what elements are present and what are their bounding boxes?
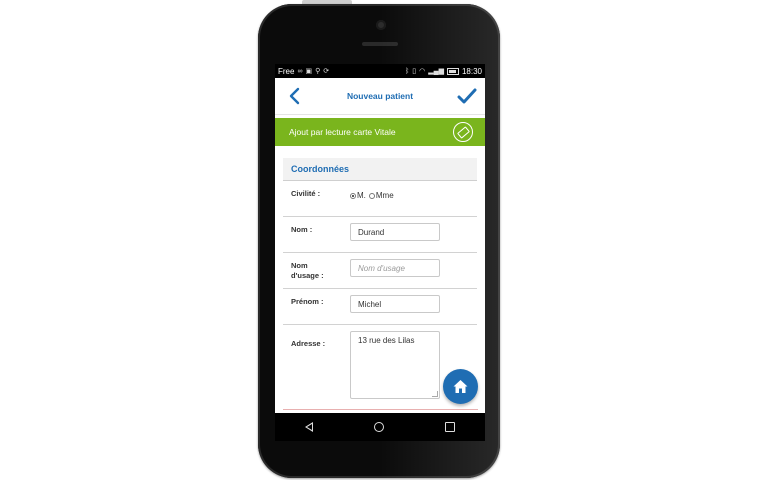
android-nav-bar	[275, 413, 485, 441]
app-bar: Nouveau patient	[275, 78, 485, 115]
usb-icon: ⚲	[315, 68, 321, 75]
section-title: Coordonnées	[283, 158, 477, 181]
image-notification-icon: ▣	[305, 68, 313, 75]
bluetooth-icon: ᛒ	[405, 67, 410, 75]
home-icon	[453, 380, 468, 393]
carrier-label: Free	[278, 66, 295, 76]
adresse-textarea[interactable]: 13 rue des Lilas	[350, 331, 440, 399]
nom-usage-label-line2: d'usage :	[291, 271, 324, 280]
radio-mme[interactable]	[368, 192, 375, 199]
nav-home-icon[interactable]	[373, 422, 384, 432]
chevron-left-icon	[289, 87, 300, 105]
civilite-row: Civilité : M. Mme	[283, 181, 477, 217]
sync-icon: ⟳	[323, 68, 330, 75]
nom-input[interactable]: Durand	[350, 223, 440, 241]
nom-usage-label-line1: Nom	[291, 261, 308, 270]
wifi-icon: ◠	[419, 68, 426, 75]
bottom-divider	[283, 409, 478, 410]
vitale-card-read-button[interactable]: Ajout par lecture carte Vitale	[275, 118, 485, 146]
vitale-bar-label: Ajout par lecture carte Vitale	[289, 127, 396, 137]
civilite-label: Civilité :	[291, 189, 321, 198]
page-title: Nouveau patient	[346, 91, 414, 101]
prenom-label: Prénom :	[291, 297, 324, 306]
nom-usage-input[interactable]: Nom d'usage	[350, 259, 440, 277]
prenom-input[interactable]: Michel	[350, 295, 440, 313]
vitale-card-icon	[453, 122, 473, 142]
adresse-label: Adresse :	[291, 339, 326, 348]
front-camera	[376, 20, 386, 30]
radio-m[interactable]	[350, 192, 356, 199]
radio-m-label[interactable]: M.	[357, 191, 366, 200]
battery-icon	[446, 67, 459, 75]
home-fab-button[interactable]	[443, 369, 478, 404]
status-bar: Free ∞ ▣ ⚲ ⟳ ᛒ ▯ ◠ ▂▄▆ 18:30	[275, 64, 485, 78]
nom-label: Nom :	[291, 225, 313, 234]
adresse-value: 13 rue des Lilas	[358, 336, 415, 345]
prenom-row: Prénom : Michel	[283, 289, 477, 325]
signal-icon: ▂▄▆	[428, 68, 444, 75]
checkmark-icon	[457, 88, 477, 104]
confirm-button[interactable]	[457, 86, 477, 106]
radio-mme-label[interactable]: Mme	[376, 191, 394, 200]
nom-usage-label: Nom d'usage :	[283, 253, 341, 288]
voicemail-icon: ∞	[297, 67, 303, 75]
earpiece-speaker	[362, 42, 398, 46]
app-screen: Free ∞ ▣ ⚲ ⟳ ᛒ ▯ ◠ ▂▄▆ 18:30 Nouveau pat…	[275, 64, 485, 413]
nom-row: Nom : Durand	[283, 217, 477, 253]
vibrate-icon: ▯	[412, 68, 417, 75]
nom-usage-row: Nom d'usage : Nom d'usage	[283, 253, 477, 289]
nav-back-icon[interactable]	[305, 422, 314, 432]
nav-recent-apps-icon[interactable]	[444, 422, 455, 432]
resize-grip[interactable]	[432, 391, 438, 397]
clock: 18:30	[461, 66, 482, 76]
back-button[interactable]	[285, 86, 305, 106]
civilite-radio-group: M. Mme	[350, 187, 394, 200]
